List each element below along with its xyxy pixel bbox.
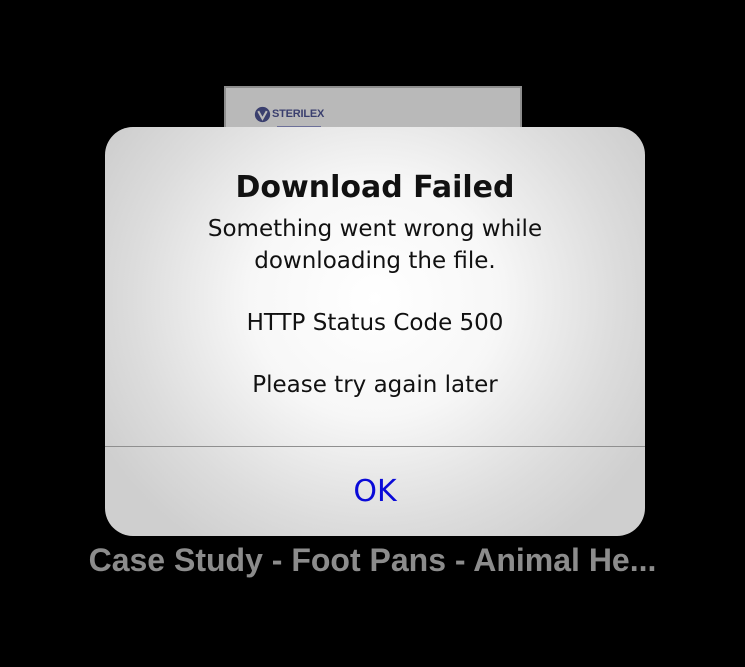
ok-button[interactable]: OK [105,447,645,536]
alert-message-line: Something went wrong while [207,216,543,242]
document-caption[interactable]: Case Study - Foot Pans - Animal He... [0,538,745,582]
sterilex-logo: STERILEX [254,106,324,123]
alert-title: Download Failed [235,170,515,205]
alert-message-line: downloading the file. [254,248,496,274]
download-failed-alert: Download Failed Something went wrong whi… [105,127,645,536]
alert-message: Something went wrong while downloading t… [135,213,615,401]
http-status-text: HTTP Status Code 500 [246,310,504,336]
alert-body: Download Failed Something went wrong whi… [105,127,645,447]
sterilex-logo-icon [254,106,271,123]
logo-text: STERILEX [272,108,325,120]
retry-hint-text: Please try again later [252,372,498,398]
